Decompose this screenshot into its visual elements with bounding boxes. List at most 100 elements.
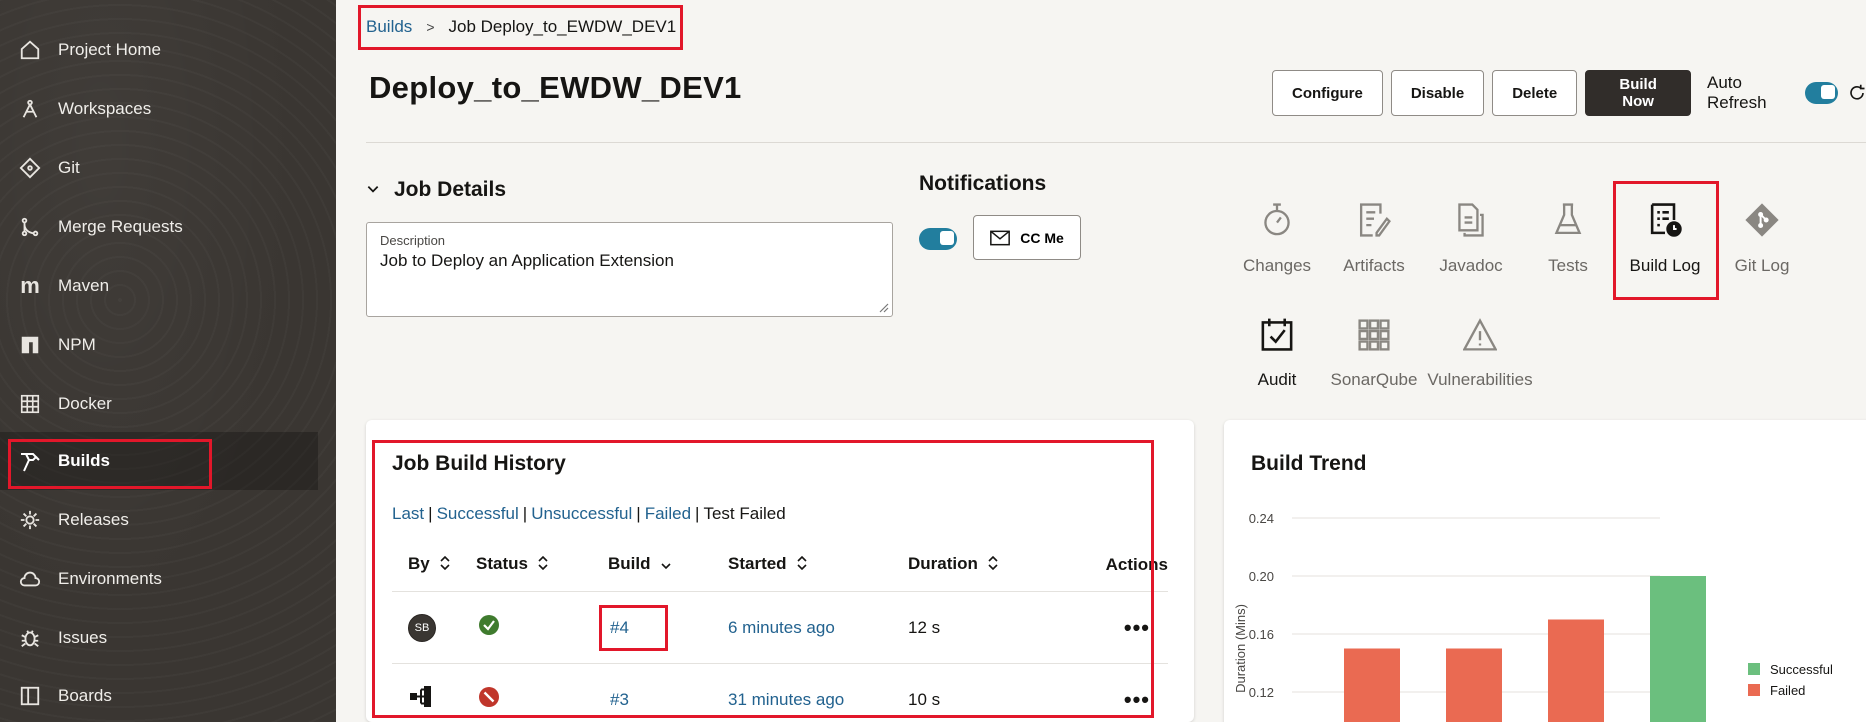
job-details-toggle[interactable]: Job Details — [366, 178, 506, 202]
sidebar-item-label: Releases — [58, 510, 129, 529]
header-divider — [366, 142, 1866, 143]
description-label: Description — [380, 233, 446, 248]
breadcrumb-builds-link[interactable]: Builds — [366, 17, 412, 37]
build-number-link[interactable]: #4 — [610, 618, 629, 637]
resize-grip-icon[interactable] — [877, 301, 889, 313]
sidebar-item-label: Docker — [58, 394, 112, 413]
configure-button[interactable]: Configure — [1272, 70, 1383, 116]
notifications-toggle[interactable] — [919, 228, 957, 250]
filter-successful[interactable]: Successful — [437, 504, 519, 523]
avatar[interactable]: SB — [408, 613, 436, 642]
job-details-heading: Job Details — [394, 178, 507, 201]
artifacts-action[interactable]: Artifacts — [1324, 182, 1424, 276]
sidebar-item-releases[interactable]: Releases — [0, 491, 318, 549]
column-duration[interactable]: Duration — [908, 554, 1062, 575]
success-status-icon — [478, 614, 500, 636]
build-now-button[interactable]: Build Now — [1585, 70, 1691, 116]
description-value: Job to Deploy an Application Extension — [380, 251, 674, 270]
column-status-label: Status — [476, 554, 528, 574]
build-log-icon — [1648, 182, 1682, 238]
sidebar-item-issues[interactable]: Issues — [0, 609, 318, 667]
changes-label: Changes — [1242, 256, 1312, 275]
sidebar-item-merge-requests[interactable]: Merge Requests — [0, 198, 318, 256]
column-actions: Actions — [1105, 554, 1168, 574]
disable-button[interactable]: Disable — [1390, 70, 1485, 116]
column-status[interactable]: Status — [476, 554, 608, 575]
pipeline-icon[interactable] — [410, 686, 432, 708]
started-link[interactable]: 31 minutes ago — [728, 690, 844, 709]
sidebar: Project Home Workspaces Git Merge Reques… — [0, 0, 336, 722]
build-trend-chart: 0.24 0.20 0.16 0.12Duration (Mins) Successfu… — [1233, 511, 1833, 722]
audit-action[interactable]: Audit — [1227, 296, 1327, 390]
javadoc-action[interactable]: Javadoc — [1421, 182, 1521, 276]
tests-action[interactable]: Tests — [1518, 182, 1618, 276]
started-link[interactable]: 6 minutes ago — [728, 618, 835, 637]
tests-label: Tests — [1548, 256, 1588, 275]
sidebar-item-git[interactable]: Git — [0, 139, 318, 197]
sidebar-item-npm[interactable]: NPM — [0, 316, 318, 374]
flask-icon — [1552, 182, 1584, 238]
column-by[interactable]: By — [392, 554, 476, 575]
more-actions-icon[interactable]: ••• — [1124, 687, 1168, 713]
notifications-heading: Notifications — [919, 172, 1047, 195]
sonarqube-label: SonarQube — [1330, 370, 1418, 389]
changes-action[interactable]: Changes — [1227, 182, 1327, 276]
column-started[interactable]: Started — [728, 554, 908, 575]
build-number-link[interactable]: #3 — [610, 690, 629, 709]
page-title: Deploy_to_EWDW_DEV1 — [369, 70, 742, 105]
description-field[interactable]: Description Job to Deploy an Application… — [366, 222, 893, 317]
y-tick-label: 0.16 — [1249, 627, 1274, 642]
sidebar-item-environments[interactable]: Environments — [0, 550, 318, 608]
sort-icon — [797, 555, 807, 575]
duration-value: 10 s — [908, 689, 941, 709]
sidebar-item-label: Workspaces — [58, 99, 152, 118]
cc-me-button[interactable]: CC Me — [973, 215, 1081, 260]
cc-me-label: CC Me — [1020, 229, 1064, 246]
filter-failed[interactable]: Failed — [645, 504, 691, 523]
javadoc-label: Javadoc — [1439, 256, 1503, 275]
column-duration-label: Duration — [908, 554, 978, 574]
filter-last[interactable]: Last — [392, 504, 424, 523]
sidebar-item-label: Maven — [58, 276, 110, 295]
artifacts-label: Artifacts — [1343, 256, 1405, 275]
sort-icon — [538, 555, 548, 575]
git-log-icon — [1744, 182, 1780, 238]
bar-build-2 — [1446, 648, 1502, 722]
column-build-label: Build — [608, 554, 651, 574]
warning-icon — [1463, 296, 1497, 352]
merge-icon — [18, 215, 42, 239]
build-log-action[interactable]: Build Log — [1615, 182, 1715, 276]
sidebar-item-docker[interactable]: Docker — [0, 375, 318, 433]
vulnerabilities-action[interactable]: Vulnerabilities — [1427, 296, 1533, 390]
sidebar-item-label: Project Home — [58, 40, 161, 59]
docs-icon — [1455, 182, 1487, 238]
bar-build-4 — [1650, 576, 1706, 722]
sidebar-item-project-home[interactable]: Project Home — [0, 21, 318, 79]
vulnerabilities-label: Vulnerabilities — [1427, 370, 1533, 389]
cloud-icon — [18, 567, 42, 591]
filter-test-failed: Test Failed — [703, 504, 786, 523]
breadcrumb-current: Job Deploy_to_EWDW_DEV1 — [448, 17, 677, 36]
calendar-check-icon — [1260, 296, 1294, 352]
sidebar-item-label: Git — [58, 158, 80, 177]
auto-refresh-label: Auto Refresh — [1707, 73, 1767, 112]
y-tick-label: 0.12 — [1249, 685, 1274, 700]
sidebar-item-builds[interactable]: Builds — [0, 432, 318, 490]
y-tick-label: 0.24 — [1249, 511, 1274, 526]
bar-build-1 — [1344, 648, 1400, 722]
sidebar-item-boards[interactable]: Boards — [0, 667, 318, 722]
failed-status-icon — [478, 686, 500, 708]
git-log-action[interactable]: Git Log — [1712, 182, 1812, 276]
refresh-icon[interactable] — [1848, 84, 1866, 102]
legend-swatch — [1748, 663, 1760, 675]
build-log-label: Build Log — [1629, 256, 1701, 275]
sidebar-item-workspaces[interactable]: Workspaces — [0, 80, 318, 138]
auto-refresh-toggle[interactable] — [1805, 82, 1838, 104]
filter-unsuccessful[interactable]: Unsuccessful — [531, 504, 632, 523]
delete-button[interactable]: Delete — [1492, 70, 1578, 116]
column-build[interactable]: Build — [608, 554, 728, 575]
sidebar-item-maven[interactable]: m Maven — [0, 257, 318, 315]
sonarqube-action[interactable]: SonarQube — [1324, 296, 1424, 390]
more-actions-icon[interactable]: ••• — [1124, 615, 1168, 641]
legend-label: Successful — [1770, 662, 1833, 677]
